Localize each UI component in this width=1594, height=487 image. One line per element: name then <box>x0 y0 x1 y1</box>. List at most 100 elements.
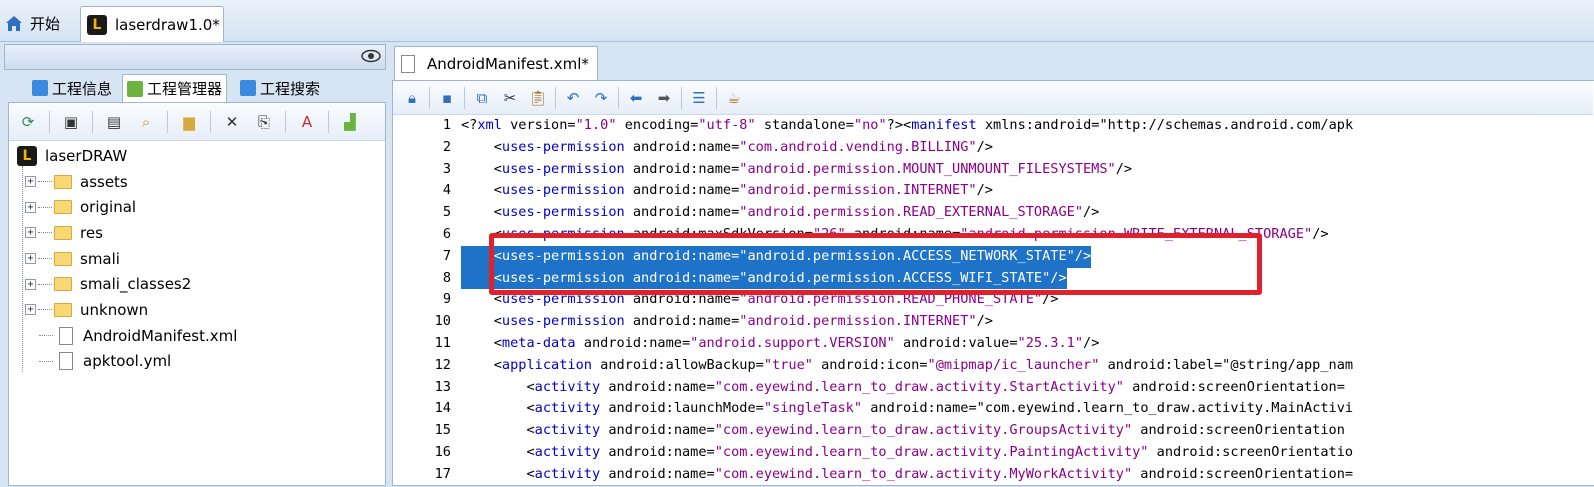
tree-item-assets[interactable]: + assets <box>17 169 383 195</box>
folder-icon <box>54 302 72 317</box>
java-icon[interactable]: ☕︎ <box>723 87 745 109</box>
code-line[interactable]: 1 <?xml version="1.0" encoding="utf-8" st… <box>393 115 1593 137</box>
line-number: 10 <box>434 313 451 330</box>
refresh-icon[interactable]: ⟳ <box>17 111 39 133</box>
tree-item-androidmanifest[interactable]: AndroidManifest.xml <box>17 323 383 349</box>
code-line-text: <uses-permission android:name="com.andro… <box>461 138 993 155</box>
expand-icon[interactable]: + <box>25 304 36 316</box>
delete-icon[interactable]: ✕ <box>221 111 243 133</box>
tree-item-label: original <box>80 198 137 217</box>
code-line-text: <activity android:name="com.eyewind.lear… <box>461 422 1345 439</box>
code-line[interactable]: 16 <activity android:name="com.eyewind.l… <box>393 442 1593 464</box>
panel-tabs: 工程信息 工程管理器 工程搜索 <box>4 72 386 102</box>
tab-project-info-label: 工程信息 <box>52 79 113 98</box>
tree-item-res[interactable]: + res <box>17 220 383 246</box>
line-number: 9 <box>442 291 451 308</box>
code-line-text: <uses-permission android:name="android.p… <box>461 160 1133 177</box>
android-build-icon[interactable]: ▟ <box>339 111 361 133</box>
undo-icon[interactable]: ↶ <box>562 87 584 109</box>
expand-icon[interactable]: + <box>25 227 36 239</box>
tab-start[interactable]: 开始 <box>4 6 76 40</box>
code-line-text: <meta-data android:name="android.support… <box>461 335 1100 351</box>
code-editor[interactable]: 1 <?xml version="1.0" encoding="utf-8" st… <box>393 115 1593 487</box>
tab-project-search-label: 工程搜索 <box>260 79 321 98</box>
code-line-text: <uses-permission android:name="android.p… <box>461 313 993 330</box>
document-icon <box>401 54 415 73</box>
rename-icon[interactable]: ⎘ <box>253 111 275 133</box>
forward-arrow-icon[interactable]: ➡ <box>653 87 675 109</box>
expand-icon[interactable]: + <box>25 176 36 188</box>
tab-project-info[interactable]: 工程信息 <box>28 74 116 102</box>
android-icon <box>127 80 143 97</box>
tab-project[interactable]: L laserdraw1.0* <box>80 6 224 42</box>
tree-item-smali-classes2[interactable]: + smali_classes2 <box>17 271 383 297</box>
tree-item-apktool[interactable]: apktool.yml <box>17 349 383 375</box>
folder-icon <box>54 200 72 215</box>
info-icon <box>32 80 48 96</box>
xml-file-icon <box>59 326 73 345</box>
code-line[interactable]: 14 <activity android:launchMode="singleT… <box>393 398 1593 420</box>
home-icon <box>4 13 24 33</box>
toolbar-separator <box>92 110 93 133</box>
line-number: 14 <box>434 400 451 417</box>
tree-connector <box>38 258 52 260</box>
code-line-text: <?xml version="1.0" encoding="utf-8" sta… <box>461 117 1354 133</box>
tree-root[interactable]: L laserDRAW <box>17 143 383 169</box>
find-folder-icon[interactable]: ⌕ <box>135 111 157 133</box>
toolbar-separator <box>716 86 717 109</box>
paste-icon[interactable]: 📋︎ <box>527 87 549 109</box>
tree-item-label: unknown <box>80 300 149 319</box>
line-number: 16 <box>434 444 451 460</box>
tab-project-search[interactable]: 工程搜索 <box>236 74 324 102</box>
eye-icon[interactable] <box>361 49 381 63</box>
code-line[interactable]: 3 <uses-permission android:name="android… <box>393 159 1593 181</box>
expand-icon[interactable]: + <box>25 278 36 290</box>
line-number: 7 <box>442 247 451 264</box>
folder-icon[interactable]: ▆ <box>178 111 200 133</box>
format-icon[interactable]: ☰ <box>688 87 710 109</box>
toolbar-separator <box>464 86 465 109</box>
tab-project-manager[interactable]: 工程管理器 <box>122 74 228 102</box>
code-line[interactable]: 5 <uses-permission android:name="android… <box>393 202 1593 224</box>
back-arrow-icon[interactable]: ⬅ <box>625 87 647 109</box>
save-icon[interactable]: ▪ <box>436 87 458 109</box>
project-panel: 工程信息 工程管理器 工程搜索 ⟳ ▣ ▤ ⌕ ▆ ✕ ⎘ A ▟ L lase… <box>4 44 386 486</box>
code-line[interactable]: 17 <activity android:name="com.eyewind.l… <box>393 464 1593 486</box>
code-line[interactable]: 10 <uses-permission android:name="androi… <box>393 311 1593 333</box>
code-line[interactable]: 13 <activity android:name="com.eyewind.l… <box>393 377 1593 399</box>
toolbar-separator <box>618 86 619 109</box>
line-number: 12 <box>434 356 451 373</box>
code-line[interactable]: 15 <activity android:name="com.eyewind.l… <box>393 420 1593 442</box>
code-line[interactable]: 2 <uses-permission android:name="com.and… <box>393 137 1593 159</box>
code-line[interactable]: 12 <application android:allowBackup="tru… <box>393 355 1593 377</box>
project-tree: L laserDRAW + assets + original + res + <box>17 143 383 374</box>
tree-connector <box>39 360 53 362</box>
tree-item-smali[interactable]: + smali <box>17 246 383 272</box>
toolbar-separator <box>555 86 556 109</box>
lock-icon[interactable]: 🔒︎ <box>401 87 423 109</box>
expand-icon[interactable]: + <box>25 201 36 213</box>
line-number: 3 <box>442 160 451 177</box>
tree-item-label: smali_classes2 <box>80 275 192 294</box>
text-file-icon[interactable]: A <box>296 111 318 133</box>
tree-item-unknown[interactable]: + unknown <box>17 297 383 323</box>
code-line[interactable]: 11 <meta-data android:name="android.supp… <box>393 333 1593 355</box>
tab-project-manager-label: 工程管理器 <box>147 80 223 98</box>
tree-item-original[interactable]: + original <box>17 194 383 220</box>
folder-icon <box>54 277 72 292</box>
toolbar-separator <box>681 86 682 109</box>
code-line[interactable]: 4 <uses-permission android:name="android… <box>393 180 1593 202</box>
toolbar-separator <box>49 110 50 133</box>
code-line-text: <activity android:launchMode="singleTask… <box>461 400 1354 417</box>
copy-icon[interactable]: ⧉ <box>471 87 493 109</box>
cut-icon[interactable]: ✂ <box>499 87 521 109</box>
toolbar-separator <box>167 110 168 133</box>
expand-icon[interactable]: + <box>25 253 36 265</box>
window-icon[interactable]: ▤ <box>103 111 125 133</box>
image-icon[interactable]: ▣ <box>60 111 82 133</box>
tab-androidmanifest[interactable]: AndroidManifest.xml* <box>394 46 598 80</box>
tree-connector <box>38 283 52 285</box>
folder-icon <box>54 225 72 240</box>
tree-connector <box>39 335 53 337</box>
redo-icon[interactable]: ↷ <box>590 87 612 109</box>
